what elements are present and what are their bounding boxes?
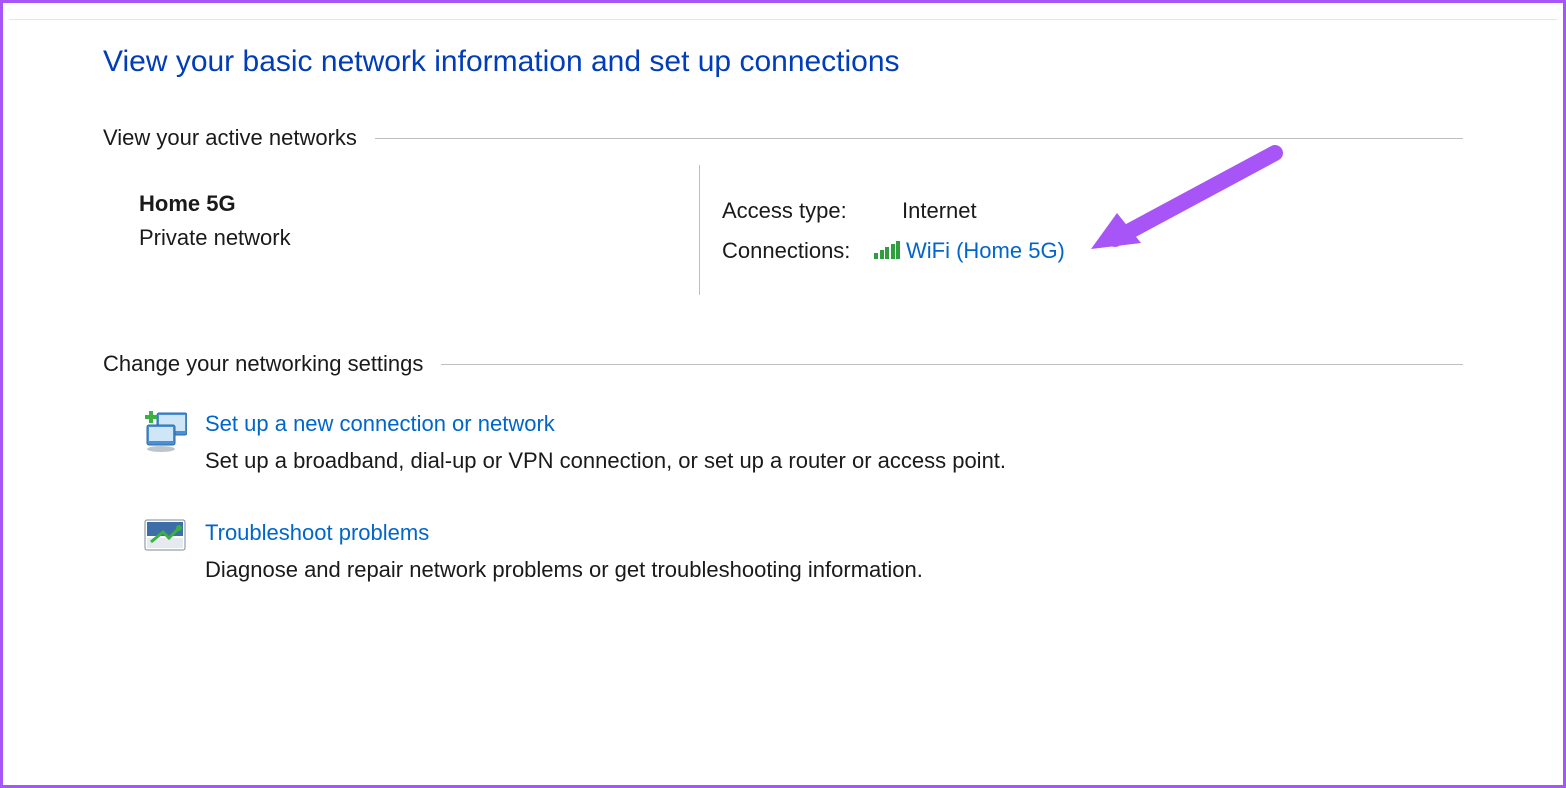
- setting-item-setup-connection: Set up a new connection or network Set u…: [139, 407, 1463, 482]
- section-active-networks-header: View your active networks: [103, 125, 1463, 151]
- troubleshoot-icon: [139, 516, 191, 591]
- access-type-value: Internet: [902, 191, 977, 231]
- setup-connection-link[interactable]: Set up a new connection or network: [205, 407, 1006, 440]
- section-active-networks-label: View your active networks: [103, 125, 357, 151]
- setup-connection-desc: Set up a broadband, dial-up or VPN conne…: [205, 440, 1006, 482]
- setup-connection-icon: [139, 407, 191, 482]
- section-rule: [441, 364, 1463, 365]
- section-change-settings-label: Change your networking settings: [103, 351, 423, 377]
- section-rule: [375, 138, 1463, 139]
- network-type: Private network: [139, 225, 699, 251]
- connection-link[interactable]: WiFi (Home 5G): [876, 231, 1065, 271]
- connections-label: Connections:: [722, 231, 876, 271]
- setting-item-troubleshoot: Troubleshoot problems Diagnose and repai…: [139, 516, 1463, 591]
- section-change-settings-header: Change your networking settings: [103, 351, 1463, 377]
- troubleshoot-link[interactable]: Troubleshoot problems: [205, 516, 923, 549]
- window-top-divider: [9, 19, 1557, 20]
- troubleshoot-desc: Diagnose and repair network problems or …: [205, 549, 923, 591]
- active-network-panel: Home 5G Private network Access type: Int…: [139, 181, 1463, 295]
- connection-link-text: WiFi (Home 5G): [906, 231, 1065, 271]
- signal-strength-icon: [874, 241, 900, 259]
- page-title: View your basic network information and …: [103, 45, 1463, 79]
- network-name: Home 5G: [139, 191, 699, 217]
- access-type-label: Access type:: [722, 191, 876, 231]
